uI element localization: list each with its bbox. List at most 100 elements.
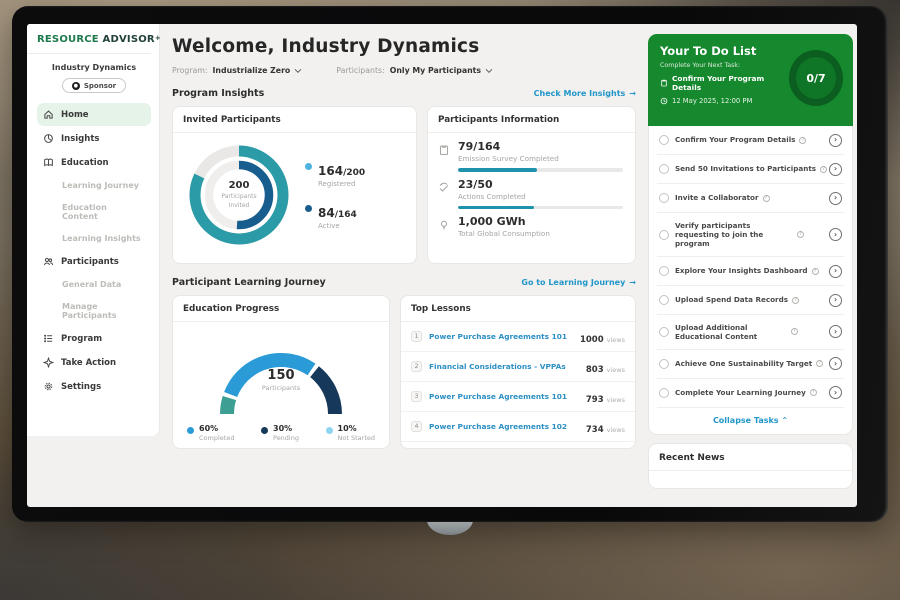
help-icon[interactable]: ?: [816, 360, 823, 367]
task-row[interactable]: Invite a Collaborator ? ›: [657, 184, 844, 213]
lesson-link[interactable]: Power Purchase Agreements 102: [429, 422, 586, 431]
program-filter-dropdown[interactable]: Industrialize Zero: [213, 66, 303, 75]
lesson-link[interactable]: Power Purchase Agreements 101: [429, 332, 580, 341]
task-checkbox[interactable]: [659, 359, 669, 369]
sidebar-item-label: Settings: [61, 382, 101, 392]
task-row[interactable]: Upload Additional Educational Content ? …: [657, 315, 844, 350]
sponsor-label: Sponsor: [84, 82, 116, 90]
help-icon[interactable]: ?: [797, 231, 804, 238]
task-checkbox[interactable]: [659, 388, 669, 398]
sidebar-item-label: Education Content: [62, 203, 145, 221]
task-checkbox[interactable]: [659, 164, 669, 174]
lesson-link[interactable]: Power Purchase Agreements 101: [429, 392, 586, 401]
section-title: Program Insights: [172, 88, 264, 99]
legend-denominator: /200: [343, 168, 365, 178]
task-row[interactable]: Complete Your Learning Journey ? ›: [657, 379, 844, 408]
task-checkbox[interactable]: [659, 230, 669, 240]
card-title: Participants Information: [428, 107, 635, 133]
chevron-right-icon[interactable]: ›: [829, 357, 842, 370]
sidebar-item-learning-journey[interactable]: Learning Journey: [37, 175, 151, 196]
task-row[interactable]: Send 50 Invitations to Participants ? ›: [657, 155, 844, 184]
chevron-up-icon: ⌃: [781, 416, 788, 425]
participants-filter-dropdown[interactable]: Only My Participants: [390, 66, 493, 75]
sidebar-item-learning-insights[interactable]: Learning Insights: [37, 228, 151, 249]
chevron-right-icon[interactable]: ›: [829, 265, 842, 278]
task-label: Upload Additional Educational Content: [675, 323, 787, 342]
stat-value: 23/50: [458, 178, 623, 191]
task-row[interactable]: Verify participants requesting to join t…: [657, 213, 844, 257]
sidebar-item-settings[interactable]: Settings: [37, 375, 151, 398]
chevron-down-icon: [485, 68, 493, 74]
help-icon[interactable]: ?: [763, 195, 770, 202]
program-filter-value: Industrialize Zero: [213, 66, 291, 75]
go-to-learning-journey-link[interactable]: Go to Learning Journey →: [521, 278, 636, 287]
lesson-link[interactable]: Financial Considerations - VPPAs: [429, 362, 586, 371]
chevron-right-icon[interactable]: ›: [829, 163, 842, 176]
stat-value: 1,000 GWh: [458, 215, 623, 228]
help-icon[interactable]: ?: [799, 137, 806, 144]
views-count: 734: [586, 425, 604, 435]
task-row[interactable]: Confirm Your Program Details ? ›: [657, 126, 844, 155]
lesson-rank: 1: [411, 331, 422, 342]
lesson-rank: 2: [411, 361, 422, 372]
todo-next-task: Confirm Your Program Details: [660, 74, 789, 92]
invited-participants-card: Invited Participants 200 Participants In…: [172, 106, 417, 264]
sidebar-item-label: Learning Journey: [62, 181, 139, 190]
card-title: Invited Participants: [173, 107, 416, 133]
todo-due-label: 12 May 2025, 12:00 PM: [672, 97, 752, 105]
chevron-right-icon[interactable]: ›: [829, 386, 842, 399]
legend-dot: [261, 427, 268, 434]
todo-next-task-label: Confirm Your Program Details: [672, 74, 789, 92]
sidebar-item-education[interactable]: Education: [37, 151, 151, 174]
task-checkbox[interactable]: [659, 295, 669, 305]
help-icon[interactable]: ?: [810, 389, 817, 396]
sidebar-item-label: Manage Participants: [62, 302, 145, 320]
progress-track: [458, 206, 623, 210]
help-icon[interactable]: ?: [791, 328, 798, 335]
action-icon: [43, 357, 54, 368]
check-more-insights-link[interactable]: Check More Insights →: [534, 89, 636, 98]
chevron-right-icon[interactable]: ›: [829, 294, 842, 307]
help-icon[interactable]: ?: [812, 268, 819, 275]
sponsor-badge[interactable]: ● Sponsor: [62, 78, 126, 93]
task-row[interactable]: Upload Spend Data Records ? ›: [657, 286, 844, 315]
task-row[interactable]: Achieve One Sustainability Target ? ›: [657, 350, 844, 379]
todo-header: Your To Do List Complete Your Next Task:…: [648, 34, 853, 126]
help-icon[interactable]: ?: [820, 166, 827, 173]
task-label: Verify participants requesting to join t…: [675, 221, 793, 249]
card-title: Top Lessons: [401, 296, 635, 322]
todo-due-date: 12 May 2025, 12:00 PM: [660, 97, 789, 105]
chevron-right-icon[interactable]: ›: [829, 134, 842, 147]
task-row[interactable]: Explore Your Insights Dashboard ? ›: [657, 257, 844, 286]
views-label: views: [607, 366, 625, 374]
sidebar-item-participants[interactable]: Participants: [37, 250, 151, 273]
task-checkbox[interactable]: [659, 193, 669, 203]
sponsor-icon: ●: [72, 82, 80, 90]
task-checkbox[interactable]: [659, 266, 669, 276]
collapse-tasks-link[interactable]: Collapse Tasks ⌃: [657, 408, 844, 434]
app-logo[interactable]: RESOURCE ADVISOR+: [37, 34, 151, 45]
card-title: Education Progress: [173, 296, 389, 322]
sidebar-item-manage-participants[interactable]: Manage Participants: [37, 296, 151, 326]
sidebar-item-take-action[interactable]: Take Action: [37, 351, 151, 374]
lesson-row: 4 Power Purchase Agreements 102 734views: [401, 412, 635, 442]
sidebar-item-education-content[interactable]: Education Content: [37, 197, 151, 227]
chevron-right-icon[interactable]: ›: [829, 325, 842, 338]
sidebar-item-home[interactable]: Home: [37, 103, 151, 126]
sidebar-item-general-data[interactable]: General Data: [37, 274, 151, 295]
legend-caption: Not Started: [338, 434, 375, 442]
chevron-right-icon[interactable]: ›: [829, 228, 842, 241]
sidebar-item-program[interactable]: Program: [37, 327, 151, 350]
sidebar-item-insights[interactable]: Insights: [37, 127, 151, 150]
task-checkbox[interactable]: [659, 135, 669, 145]
education-gauge-chart: 150 Participants: [201, 330, 361, 418]
gauge-total-label: Participants: [201, 384, 361, 392]
task-label: Complete Your Learning Journey: [675, 388, 806, 397]
task-label: Invite a Collaborator: [675, 193, 759, 202]
help-icon[interactable]: ?: [792, 297, 799, 304]
lesson-rank: 4: [411, 421, 422, 432]
stat-label: Total Global Consumption: [458, 229, 623, 238]
chevron-right-icon[interactable]: ›: [829, 192, 842, 205]
task-checkbox[interactable]: [659, 327, 669, 337]
gear-icon: [43, 381, 54, 392]
